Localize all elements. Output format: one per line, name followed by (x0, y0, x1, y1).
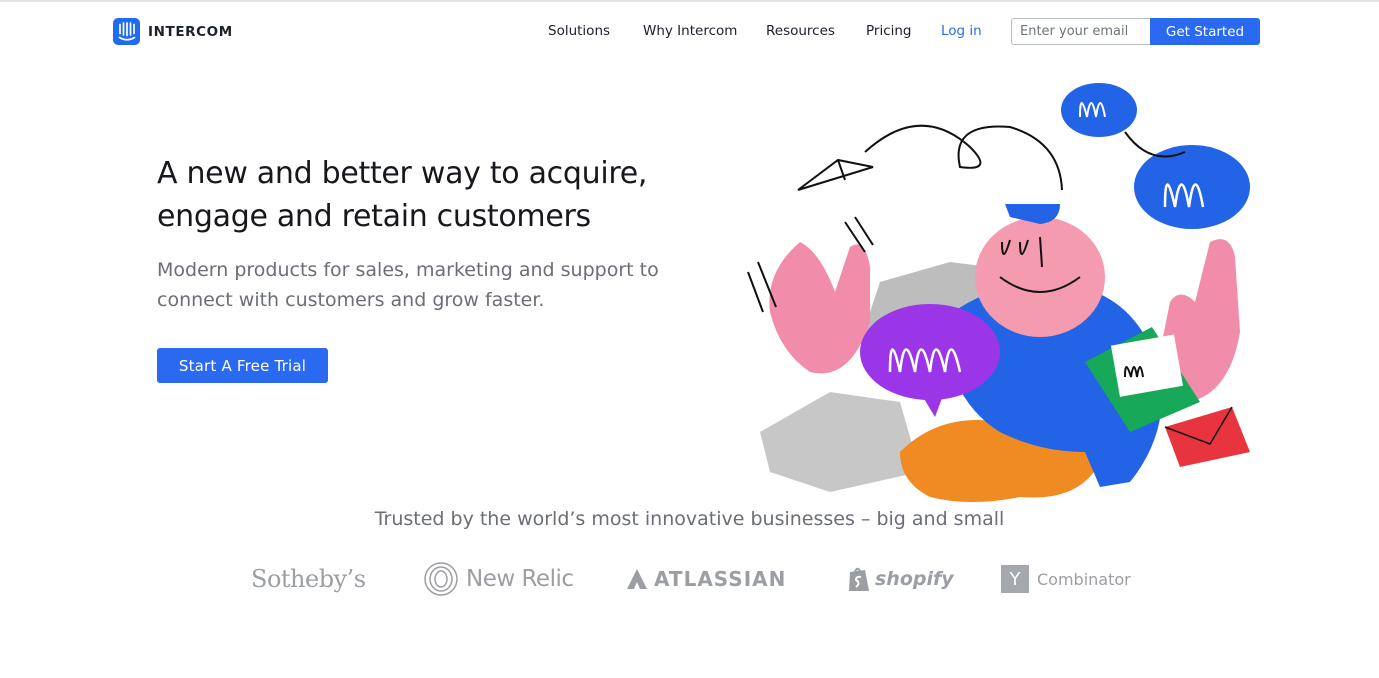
trusted-heading: Trusted by the world’s most innovative b… (374, 508, 1005, 530)
logo-new-relic-text: New Relic (466, 566, 574, 592)
newspaper-patch (760, 392, 920, 492)
left-hand (769, 242, 870, 374)
email-input[interactable] (1011, 18, 1151, 45)
character-head (975, 217, 1105, 337)
nav-resources[interactable]: Resources (766, 23, 835, 39)
hero-subtitle-line: connect with customers and grow faster. (157, 289, 545, 311)
top-border (0, 0, 1379, 2)
hero-title-line: A new and better way to acquire, (157, 156, 648, 191)
logo-y-combinator-text: Combinator (1037, 569, 1131, 589)
nav-pricing[interactable]: Pricing (866, 23, 912, 39)
shopify-bag-icon (849, 567, 869, 591)
nav-why-intercom[interactable]: Why Intercom (643, 23, 737, 39)
atlassian-icon (627, 569, 647, 589)
nav-login[interactable]: Log in (941, 23, 982, 39)
logo-y-combinator: Y Combinator (1001, 562, 1131, 596)
y-combinator-mark: Y (1001, 565, 1029, 593)
paper-plane-icon (797, 158, 874, 191)
brand-logo[interactable]: INTERCOM (113, 18, 233, 45)
chat-bubble-icon (1134, 145, 1250, 229)
logo-sothebys-text: Sotheby’s (251, 565, 366, 593)
new-relic-icon (424, 562, 458, 596)
hero-title: A new and better way to acquire, engage … (157, 152, 717, 238)
logo-atlassian-text: ATLASSIAN (654, 567, 787, 591)
hero-subtitle: Modern products for sales, marketing and… (157, 255, 717, 315)
logo-sothebys: Sotheby’s (251, 562, 366, 596)
start-free-trial-button[interactable]: Start A Free Trial (157, 348, 328, 383)
brand-name: INTERCOM (148, 23, 233, 40)
get-started-button[interactable]: Get Started (1150, 18, 1260, 45)
nav-solutions[interactable]: Solutions (548, 23, 610, 39)
hero-subtitle-line: Modern products for sales, marketing and… (157, 259, 659, 281)
intercom-logo-icon (113, 18, 140, 45)
logo-shopify-text: shopify (875, 568, 954, 590)
logo-new-relic: New Relic (424, 562, 574, 596)
envelope-icon (1164, 406, 1250, 467)
hero-illustration (747, 83, 1250, 502)
chat-bubble-icon (860, 304, 1000, 400)
logo-shopify: shopify (847, 562, 954, 596)
hero-title-line: engage and retain customers (157, 199, 591, 234)
chat-bubble-icon (1061, 83, 1137, 137)
logo-atlassian: ATLASSIAN (626, 562, 786, 596)
